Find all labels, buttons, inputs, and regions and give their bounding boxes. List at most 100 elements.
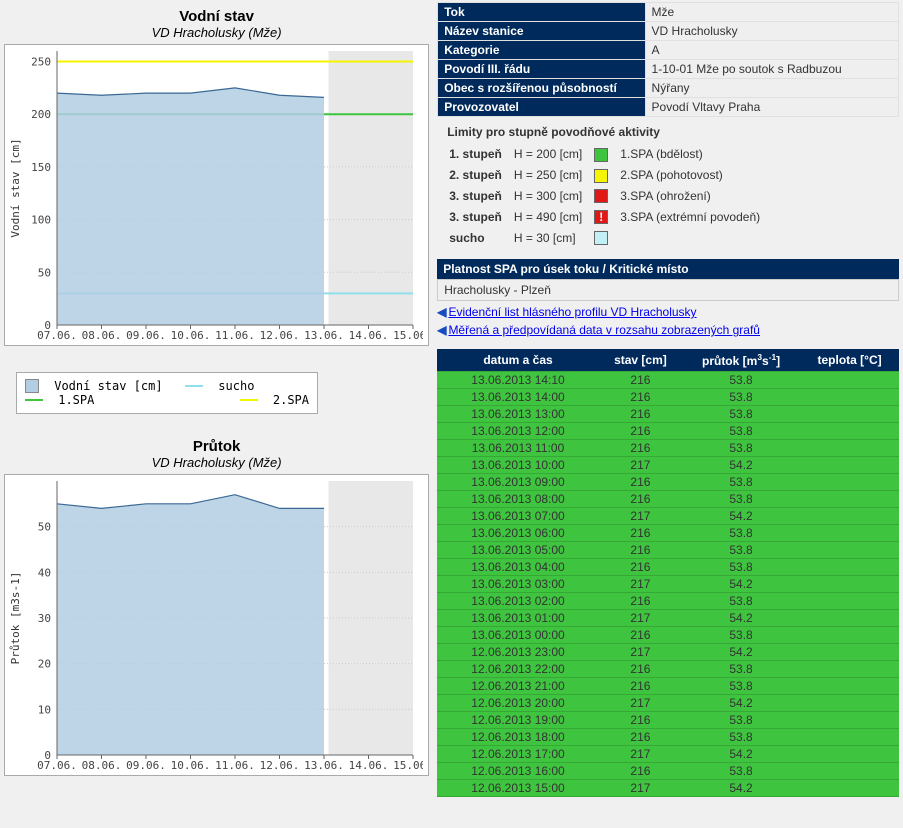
- limit-level: 3. stupeň: [449, 207, 512, 226]
- table-row: 13.06.2013 06:0021653.8: [437, 525, 899, 542]
- validity-body: Hracholusky - Plzeň: [437, 279, 899, 301]
- limit-label: 3.SPA (extrémní povodeň): [620, 207, 770, 226]
- info-key: Povodí III. řádu: [438, 60, 645, 79]
- chart-title-stav: Vodní stav: [4, 8, 429, 25]
- table-row: 13.06.2013 00:0021653.8: [437, 627, 899, 644]
- limit-value: H = 490 [cm]: [514, 207, 592, 226]
- svg-text:15.06.: 15.06.: [393, 759, 423, 772]
- limit-color-icon: [594, 228, 618, 247]
- table-row: 13.06.2013 07:0021754.2: [437, 508, 899, 525]
- svg-text:50: 50: [38, 521, 51, 534]
- limit-color-icon: [594, 187, 618, 206]
- table-row: 13.06.2013 05:0021653.8: [437, 542, 899, 559]
- profile-link[interactable]: Evidenční list hlásného profilu VD Hrach…: [448, 305, 696, 319]
- limit-label: 1.SPA (bdělost): [620, 145, 770, 164]
- info-val: Nýřany: [645, 79, 898, 98]
- profile-link[interactable]: Měřená a předpovídaná data v rozsahu zob…: [448, 323, 760, 337]
- chart-legend: Vodní stav [cm] sucho 1.SPA 2.SPA: [16, 372, 318, 414]
- svg-text:11.06.: 11.06.: [215, 759, 255, 772]
- col-stav: stav [cm]: [599, 349, 682, 372]
- table-row: 13.06.2013 03:0021754.2: [437, 576, 899, 593]
- svg-text:13.06.: 13.06.: [304, 329, 344, 342]
- svg-text:30: 30: [38, 612, 51, 625]
- chart-subtitle-prutok: VD Hracholusky (Mže): [4, 455, 429, 470]
- col-prutok: průtok [m3s-1]: [682, 349, 800, 372]
- svg-text:11.06.: 11.06.: [215, 329, 255, 342]
- svg-text:12.06.: 12.06.: [260, 759, 300, 772]
- arrow-icon: ◀: [437, 323, 446, 337]
- info-key: Obec s rozšířenou působností: [438, 79, 645, 98]
- station-info-table: TokMžeNázev staniceVD HracholuskyKategor…: [437, 2, 899, 117]
- svg-text:09.06.: 09.06.: [126, 759, 166, 772]
- table-row: 12.06.2013 17:0021754.2: [437, 746, 899, 763]
- svg-text:100: 100: [31, 214, 51, 227]
- table-row: 12.06.2013 19:0021653.8: [437, 712, 899, 729]
- table-row: 13.06.2013 02:0021653.8: [437, 593, 899, 610]
- table-row: 12.06.2013 22:0021653.8: [437, 661, 899, 678]
- table-row: 13.06.2013 04:0021653.8: [437, 559, 899, 576]
- svg-text:250: 250: [31, 56, 51, 69]
- limit-level: 3. stupeň: [449, 187, 512, 206]
- table-row: 12.06.2013 16:0021653.8: [437, 763, 899, 780]
- table-row: 13.06.2013 14:1021653.8: [437, 372, 899, 389]
- chart-prutok: 0 10 20 30 40 50 07.06. 08.06. 09.06. 10…: [4, 474, 429, 776]
- info-val: 1-10-01 Mže po soutok s Radbuzou: [645, 60, 898, 79]
- limit-color-icon: !: [594, 207, 618, 226]
- svg-text:15.06.: 15.06.: [393, 329, 423, 342]
- svg-text:150: 150: [31, 161, 51, 174]
- table-row: 12.06.2013 15:0021754.2: [437, 780, 899, 797]
- table-row: 13.06.2013 12:0021653.8: [437, 423, 899, 440]
- limits-title: Limity pro stupně povodňové aktivity: [447, 125, 899, 139]
- svg-text:08.06.: 08.06.: [82, 759, 122, 772]
- info-val: Mže: [645, 3, 898, 22]
- svg-text:10: 10: [38, 703, 51, 716]
- limit-value: H = 200 [cm]: [514, 145, 592, 164]
- svg-text:Vodní stav [cm]: Vodní stav [cm]: [9, 138, 22, 237]
- limit-color-icon: [594, 145, 618, 164]
- col-datetime: datum a čas: [437, 349, 599, 372]
- table-row: 13.06.2013 14:0021653.8: [437, 389, 899, 406]
- svg-text:13.06.: 13.06.: [304, 759, 344, 772]
- info-val: A: [645, 41, 898, 60]
- svg-text:08.06.: 08.06.: [82, 329, 122, 342]
- svg-text:20: 20: [38, 658, 51, 671]
- limit-level: 1. stupeň: [449, 145, 512, 164]
- table-row: 13.06.2013 10:0021754.2: [437, 457, 899, 474]
- chart-title-prutok: Průtok: [4, 438, 429, 455]
- limit-value: H = 300 [cm]: [514, 187, 592, 206]
- svg-text:50: 50: [38, 266, 51, 279]
- col-teplota: teplota [°C]: [800, 349, 899, 372]
- svg-text:12.06.: 12.06.: [260, 329, 300, 342]
- limit-label: 2.SPA (pohotovost): [620, 166, 770, 185]
- info-key: Tok: [438, 3, 645, 22]
- table-row: 13.06.2013 13:0021653.8: [437, 406, 899, 423]
- svg-text:10.06.: 10.06.: [171, 759, 211, 772]
- limit-label: 3.SPA (ohrožení): [620, 187, 770, 206]
- info-key: Provozovatel: [438, 98, 645, 117]
- svg-text:40: 40: [38, 566, 51, 579]
- table-row: 12.06.2013 23:0021754.2: [437, 644, 899, 661]
- limit-color-icon: [594, 166, 618, 185]
- table-row: 13.06.2013 09:0021653.8: [437, 474, 899, 491]
- limit-label: [620, 228, 770, 247]
- arrow-icon: ◀: [437, 305, 446, 319]
- svg-text:200: 200: [31, 108, 51, 121]
- limits-table: 1. stupeň H = 200 [cm] 1.SPA (bdělost) 2.…: [447, 143, 772, 249]
- chart-subtitle-stav: VD Hracholusky (Mže): [4, 25, 429, 40]
- info-key: Kategorie: [438, 41, 645, 60]
- limit-value: H = 30 [cm]: [514, 228, 592, 247]
- info-val: VD Hracholusky: [645, 22, 898, 41]
- info-key: Název stanice: [438, 22, 645, 41]
- data-table: datum a čas stav [cm] průtok [m3s-1] tep…: [437, 349, 899, 797]
- limit-level: 2. stupeň: [449, 166, 512, 185]
- svg-text:14.06.: 14.06.: [349, 329, 389, 342]
- table-row: 12.06.2013 18:0021653.8: [437, 729, 899, 746]
- limit-level: sucho: [449, 228, 512, 247]
- svg-text:09.06.: 09.06.: [126, 329, 166, 342]
- svg-text:07.06.: 07.06.: [37, 329, 77, 342]
- svg-text:14.06.: 14.06.: [349, 759, 389, 772]
- svg-text:07.06.: 07.06.: [37, 759, 77, 772]
- table-row: 13.06.2013 01:0021754.2: [437, 610, 899, 627]
- table-row: 13.06.2013 11:0021653.8: [437, 440, 899, 457]
- validity-header: Platnost SPA pro úsek toku / Kritické mí…: [437, 259, 899, 279]
